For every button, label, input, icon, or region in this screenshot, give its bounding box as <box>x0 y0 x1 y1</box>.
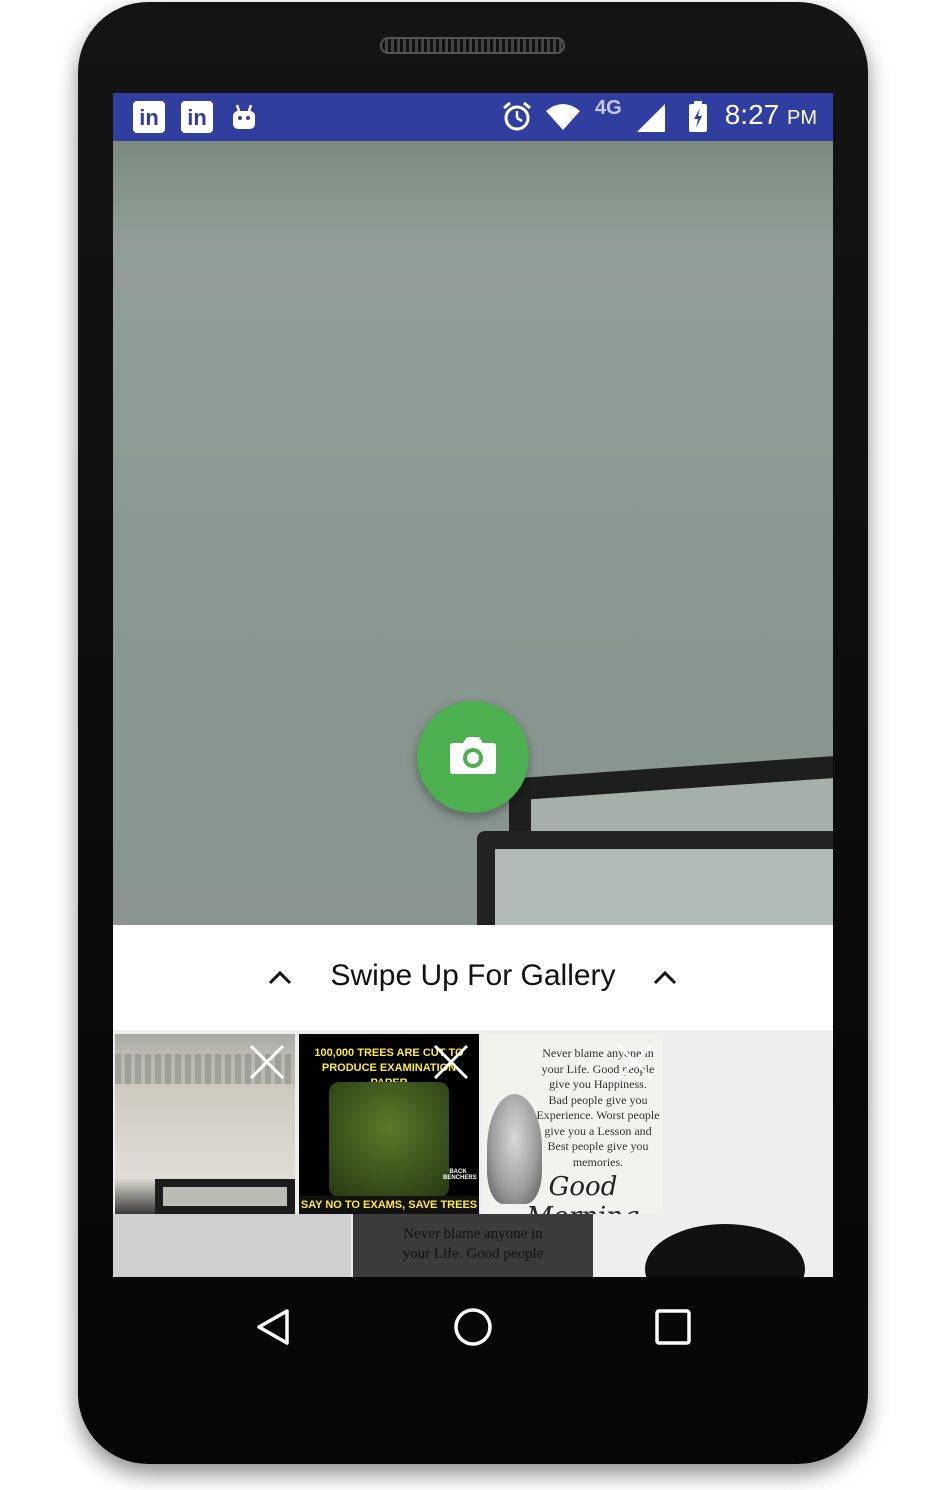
network-type-label: 4G <box>595 97 622 119</box>
back-icon[interactable] <box>253 1305 297 1349</box>
navigation-bar <box>113 1277 833 1377</box>
gallery-thumbnail[interactable] <box>113 1214 351 1277</box>
clock-time: 8:27 <box>724 99 780 130</box>
linkedin-icon: in <box>133 101 165 133</box>
swipe-up-label: Swipe Up For Gallery <box>330 959 616 992</box>
close-icon[interactable] <box>615 1042 655 1082</box>
android-debug-icon <box>231 103 257 136</box>
home-icon[interactable] <box>451 1305 495 1349</box>
shutter-button[interactable] <box>417 701 529 813</box>
clock-ampm: PM <box>787 107 817 129</box>
gallery-thumbnail[interactable]: Never blame anyone in your Life. Good pe… <box>353 1214 593 1277</box>
thumbnail-script: Good Morning <box>526 1172 639 1214</box>
camera-preview[interactable] <box>113 141 833 1023</box>
linkedin-icon: in <box>181 101 213 133</box>
recents-icon[interactable] <box>651 1305 695 1349</box>
cell-signal-icon <box>635 103 667 138</box>
camera-icon <box>450 737 496 774</box>
thumbnail-caption-bottom: SAY NO TO EXAMS, SAVE TREES <box>299 1196 479 1214</box>
close-icon[interactable] <box>431 1042 471 1082</box>
thumbnail-image <box>645 1224 805 1277</box>
clock: 8:27 PM <box>725 99 817 131</box>
battery-charging-icon <box>687 101 709 138</box>
alarm-icon <box>501 101 533 138</box>
thumbnail-image <box>329 1082 449 1197</box>
gallery-thumbnail[interactable]: Never blame anyone in your Life. Good pe… <box>483 1034 663 1214</box>
gallery-thumbnail[interactable] <box>115 1034 295 1214</box>
gallery-grid: 100,000 TREES ARE CUT TO PRODUCE EXAMINA… <box>113 1030 833 1277</box>
chevron-up-icon <box>653 970 677 985</box>
gallery-thumbnail[interactable]: 100,000 TREES ARE CUT TO PRODUCE EXAMINA… <box>299 1034 479 1214</box>
status-bar: in in 4G 8:27 PM <box>113 93 833 141</box>
close-icon[interactable] <box>247 1042 287 1082</box>
phone-speaker <box>380 37 565 54</box>
gallery-thumbnail[interactable] <box>595 1214 833 1277</box>
wifi-icon <box>545 103 581 136</box>
swipe-up-gallery-bar[interactable]: Swipe Up For Gallery <box>113 925 833 1030</box>
thumbnail-badge: BACK BENCHERS <box>443 1169 477 1181</box>
thumbnail-quote: Never blame anyone in your Life. Good pe… <box>402 1226 544 1262</box>
camera-scene-wall <box>113 141 833 251</box>
thumbnail-image <box>155 1179 295 1214</box>
screen: in in 4G 8:27 PM Swipe Up For Gallery 10… <box>113 93 833 1277</box>
